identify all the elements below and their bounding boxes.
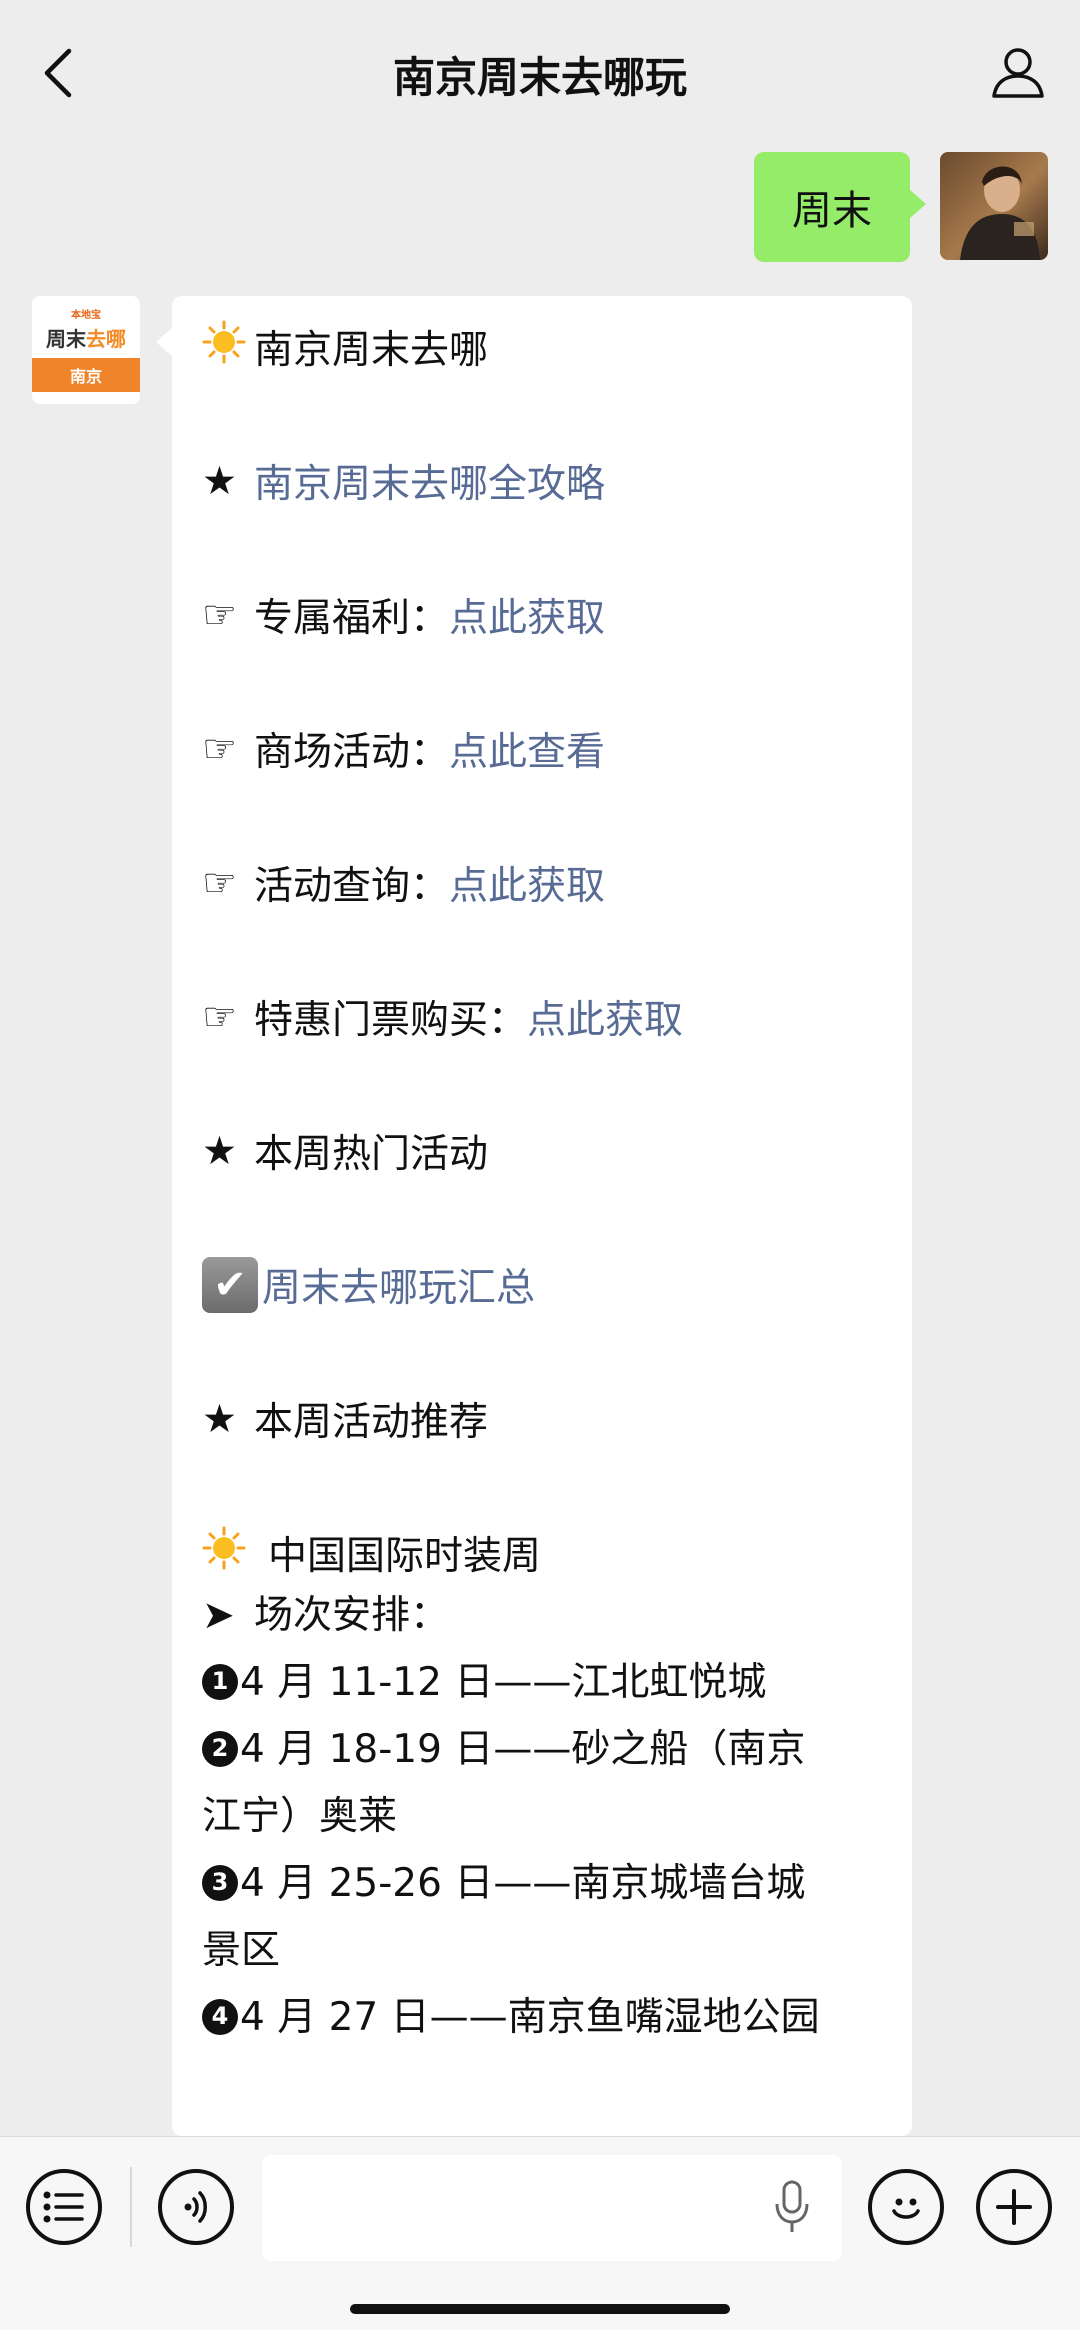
menu-button[interactable] bbox=[26, 2169, 102, 2245]
ticket-row: ☞ 特惠门票购买： 点此获取 bbox=[202, 988, 882, 1046]
bot-message-bubble: 南京周末去哪 ★ 南京周末去哪全攻略 ☞ 专属福利： 点此获取 ☞ 商场活动： … bbox=[156, 296, 912, 2136]
bot-heading: 南京周末去哪 bbox=[254, 328, 489, 373]
number-2-icon: 2 bbox=[202, 1730, 238, 1767]
message-input[interactable] bbox=[262, 2155, 842, 2261]
emoji-button[interactable] bbox=[868, 2169, 944, 2245]
number-1-icon: 1 bbox=[202, 1663, 238, 1700]
event-title-row: 中国国际时装周 bbox=[202, 1524, 882, 1582]
summary-link[interactable]: 周末去哪玩汇总 bbox=[262, 1257, 535, 1313]
bot-avatar-mark: 本地宝 bbox=[71, 310, 101, 321]
more-button[interactable] bbox=[976, 2169, 1052, 2245]
schedule-item-continued: 景区 bbox=[202, 1928, 281, 1973]
smile-icon bbox=[892, 2198, 920, 2219]
recommend-title: 本周活动推荐 bbox=[254, 1400, 489, 1445]
check-icon: ✔ bbox=[202, 1257, 258, 1313]
pointing-hand-icon: ☞ bbox=[202, 994, 237, 1040]
user-message-row: 周末 bbox=[754, 152, 1048, 264]
schedule-item: 34 月 25-26 日——南京城墙台城 bbox=[202, 1850, 882, 1917]
schedule-text: 4 月 18-19 日——砂之船（南京 bbox=[240, 1727, 806, 1772]
schedule-text: 4 月 25-26 日——南京城墙台城 bbox=[240, 1861, 806, 1906]
star-icon: ★ bbox=[202, 458, 237, 504]
arrow-icon: ➤ bbox=[202, 1593, 235, 1638]
summary-row: ✔ 周末去哪玩汇总 bbox=[202, 1256, 882, 1314]
benefit-link[interactable]: 点此获取 bbox=[449, 587, 605, 643]
user-message-bubble[interactable]: 周末 bbox=[754, 152, 926, 262]
ticket-link[interactable]: 点此获取 bbox=[527, 989, 683, 1045]
mall-row: ☞ 商场活动： 点此查看 bbox=[202, 720, 882, 778]
divider bbox=[130, 2167, 132, 2247]
pointing-hand-icon: ☞ bbox=[202, 726, 237, 772]
event-title: 中国国际时装周 bbox=[268, 1534, 542, 1579]
schedule-item: 44 月 27 日——南京鱼嘴湿地公园 bbox=[202, 1984, 882, 2051]
guide-link[interactable]: 南京周末去哪全攻略 bbox=[254, 453, 605, 509]
input-bar bbox=[0, 2136, 1080, 2330]
schedule-item-continued: 江宁）奥莱 bbox=[202, 1794, 398, 1839]
mall-label: 商场活动： bbox=[254, 730, 450, 775]
bot-avatar-logo-b: 去哪 bbox=[86, 327, 126, 351]
microphone-icon[interactable] bbox=[770, 2175, 814, 2239]
bot-avatar-city: 南京 bbox=[32, 358, 140, 392]
schedule-text: 4 月 11-12 日——江北虹悦城 bbox=[240, 1660, 767, 1705]
benefit-row: ☞ 专属福利： 点此获取 bbox=[202, 586, 882, 644]
ticket-label: 特惠门票购买： bbox=[254, 998, 528, 1043]
query-link[interactable]: 点此获取 bbox=[449, 855, 605, 911]
schedule-item: 24 月 18-19 日——砂之船（南京 bbox=[202, 1716, 882, 1783]
person-icon bbox=[992, 48, 1044, 98]
profile-button[interactable] bbox=[986, 40, 1050, 104]
hot-title: 本周热门活动 bbox=[254, 1132, 489, 1177]
query-label: 活动查询： bbox=[254, 864, 450, 909]
schedule-item: 14 月 11-12 日——江北虹悦城 bbox=[202, 1649, 882, 1716]
sun-icon bbox=[202, 1526, 268, 1580]
schedule-block: ➤ 场次安排： 14 月 11-12 日——江北虹悦城 24 月 18-19 日—… bbox=[202, 1582, 882, 2051]
page-title: 南京周末去哪玩 bbox=[392, 52, 687, 102]
home-indicator bbox=[350, 2304, 730, 2314]
list-icon bbox=[43, 2191, 84, 2223]
pointing-hand-icon: ☞ bbox=[202, 592, 237, 638]
sun-icon bbox=[202, 320, 254, 374]
bot-avatar-logo: 周末去哪 bbox=[46, 323, 126, 352]
plus-icon bbox=[996, 2189, 1032, 2225]
benefit-label: 专属福利： bbox=[254, 596, 450, 641]
mall-link[interactable]: 点此查看 bbox=[449, 721, 605, 777]
schedule-label: 场次安排： bbox=[254, 1593, 450, 1638]
query-row: ☞ 活动查询： 点此获取 bbox=[202, 854, 882, 912]
user-avatar[interactable] bbox=[940, 152, 1048, 260]
number-3-icon: 3 bbox=[202, 1864, 238, 1901]
recommend-row: ★ 本周活动推荐 bbox=[202, 1390, 882, 1448]
hot-row: ★ 本周热门活动 bbox=[202, 1122, 882, 1180]
schedule-label-row: ➤ 场次安排： bbox=[202, 1582, 882, 1649]
star-icon: ★ bbox=[202, 1128, 237, 1174]
guide-row: ★ 南京周末去哪全攻略 bbox=[202, 452, 882, 510]
bot-avatar[interactable]: 本地宝 周末去哪 南京 bbox=[32, 296, 140, 404]
voice-mode-button[interactable] bbox=[158, 2169, 234, 2245]
bot-heading-row: 南京周末去哪 bbox=[202, 318, 882, 376]
voice-icon bbox=[184, 2191, 207, 2223]
chat-header: 南京周末去哪玩 bbox=[0, 0, 1080, 148]
number-4-icon: 4 bbox=[202, 1998, 238, 2035]
bot-avatar-logo-a: 周末 bbox=[46, 327, 86, 351]
pointing-hand-icon: ☞ bbox=[202, 860, 237, 906]
schedule-text: 4 月 27 日——南京鱼嘴湿地公园 bbox=[240, 1995, 820, 2040]
star-icon: ★ bbox=[202, 1396, 237, 1442]
